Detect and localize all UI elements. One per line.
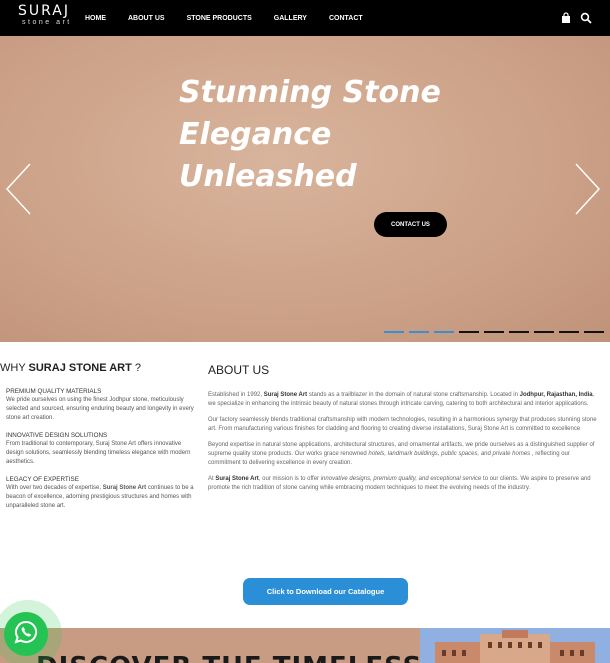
why-heading-brand: SURAJ STONE ART (28, 362, 132, 374)
hero-title-line: Elegance (179, 117, 332, 152)
why-item-text: From traditional to contemporary, Suraj … (6, 441, 191, 465)
about-paragraph: At Suraj Stone Art, our mission is to of… (208, 475, 603, 493)
slider-indicators (384, 331, 604, 333)
whatsapp-icon (13, 619, 39, 650)
discover-title: DISCOVER THE TIMELESS (36, 652, 422, 663)
about-heading: ABOUT US (208, 363, 270, 377)
why-item: PREMIUM QUALITY MATERIALS We pride ourse… (0, 387, 200, 423)
slider-prev-arrow-icon[interactable] (4, 162, 34, 216)
hero-title-line: Unleashed (179, 159, 357, 194)
why-item-text: We pride ourselves on using the finest J… (6, 397, 194, 421)
about-paragraph: Beyond expertise in natural stone applic… (208, 441, 603, 468)
contact-us-button[interactable]: CONTACT US (374, 212, 447, 237)
why-text-brand: Suraj Stone Art (102, 485, 147, 491)
why-item-title: PREMIUM QUALITY MATERIALS (6, 388, 102, 395)
why-item-text: With over two decades of expertise, Sura… (6, 484, 200, 511)
why-item-title: LEGACY OF EXPERTISE (6, 476, 79, 483)
why-text-part: With over two decades of expertise, (6, 485, 103, 491)
nav-stone-products[interactable]: STONE PRODUCTS (187, 15, 252, 22)
hero-title: Stunning Stone Elegance Unleashed (179, 72, 469, 198)
about-location: Jodhpur, Rajasthan, India (519, 392, 593, 398)
nav-icons (560, 11, 592, 24)
slider-indicator[interactable] (459, 331, 479, 333)
hero-slider: Stunning Stone Elegance Unleashed CONTAC… (0, 36, 610, 342)
main-menu: HOME ABOUT US STONE PRODUCTS GALLERY CON… (85, 0, 385, 36)
nav-gallery[interactable]: GALLERY (274, 15, 307, 22)
why-item: LEGACY OF EXPERTISE With over two decade… (0, 475, 200, 511)
why-item: INNOVATIVE DESIGN SOLUTIONS From traditi… (0, 431, 200, 467)
about-emphasis: hotels, landmark buildings, public space… (368, 451, 531, 457)
building-image (420, 628, 610, 663)
search-icon[interactable] (580, 11, 592, 24)
logo-sub-text: stone art (22, 19, 72, 26)
why-section: WHY SURAJ STONE ART ? PREMIUM QUALITY MA… (0, 362, 200, 519)
whatsapp-button[interactable] (4, 612, 48, 656)
bag-icon[interactable] (560, 11, 572, 23)
slider-next-arrow-icon[interactable] (572, 162, 602, 216)
about-text-part: stands as a trailblazer in the domain of… (307, 392, 520, 398)
why-heading: WHY SURAJ STONE ART ? (0, 362, 200, 374)
about-emphasis: innovative designs, premium quality, and… (320, 476, 482, 482)
about-text-part: , our mission is to offer (258, 476, 321, 482)
about-brand: Suraj Stone Art (263, 392, 308, 398)
logo-main-text: SURAJ (18, 3, 70, 19)
nav-about-us[interactable]: ABOUT US (128, 15, 165, 22)
slider-indicator[interactable] (509, 331, 529, 333)
nav-home[interactable]: HOME (85, 15, 106, 22)
why-heading-suffix: ? (131, 362, 142, 374)
about-paragraph: Established in 1992, Suraj Stone Art sta… (208, 391, 603, 409)
slider-indicator[interactable] (409, 331, 429, 333)
why-heading-prefix: WHY (0, 362, 29, 374)
slider-indicator[interactable] (484, 331, 504, 333)
slider-indicator[interactable] (384, 331, 404, 333)
top-navbar: SURAJ stone art HOME ABOUT US STONE PROD… (0, 0, 610, 36)
slider-indicator[interactable] (584, 331, 604, 333)
slider-indicator[interactable] (534, 331, 554, 333)
why-item-title: INNOVATIVE DESIGN SOLUTIONS (6, 432, 108, 439)
nav-contact[interactable]: CONTACT (329, 15, 363, 22)
about-brand: Suraj Stone Art (215, 476, 259, 482)
slider-indicator[interactable] (559, 331, 579, 333)
about-section: ABOUT US Established in 1992, Suraj Ston… (208, 363, 603, 500)
hero-title-line: Stunning Stone (179, 75, 441, 110)
logo[interactable]: SURAJ stone art (18, 3, 74, 33)
slider-indicator[interactable] (434, 331, 454, 333)
download-catalogue-button[interactable]: Click to Download our Catalogue (243, 578, 408, 605)
discover-section: DISCOVER THE TIMELESS (0, 628, 610, 663)
about-text-part: Established in 1992, (208, 392, 264, 398)
about-paragraph: Our factory seamlessly blends traditiona… (208, 417, 597, 432)
